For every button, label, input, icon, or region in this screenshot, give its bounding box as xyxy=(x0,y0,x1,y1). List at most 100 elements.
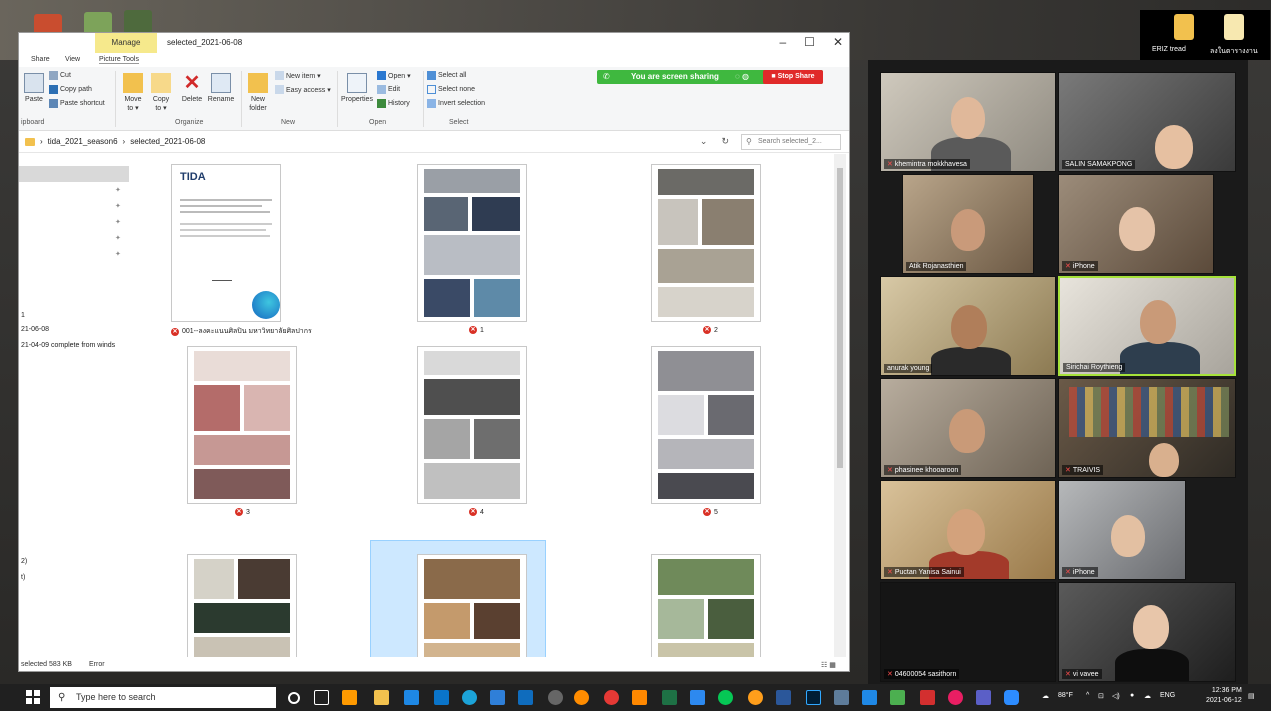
tray-overflow-icon[interactable]: ^ xyxy=(1086,692,1089,699)
participant-video[interactable]: ✕ iPhone xyxy=(1058,174,1214,274)
new-item-button[interactable]: New item ▾ xyxy=(275,71,321,80)
easy-access-button[interactable]: Easy access ▾ xyxy=(275,85,331,94)
stop-share-button[interactable]: ■ Stop Share xyxy=(763,70,823,84)
nav-selected-item[interactable] xyxy=(19,166,129,182)
scrollbar-thumb[interactable] xyxy=(837,168,843,468)
participant-video-active-speaker[interactable]: Sirichai Roythieng xyxy=(1058,276,1236,376)
participant-video[interactable]: ✕ iPhone xyxy=(1058,480,1186,580)
file-explorer-icon[interactable] xyxy=(374,690,389,705)
file-thumbnail[interactable] xyxy=(187,554,297,657)
participant-video[interactable]: ✕ khemintra mokkhavesa xyxy=(880,72,1056,172)
app-icon[interactable] xyxy=(862,690,877,705)
app-icon[interactable] xyxy=(834,690,849,705)
delete-button[interactable]: ✕ Delete xyxy=(179,73,205,104)
pin-icon[interactable]: ✦ xyxy=(115,234,121,242)
vertical-scrollbar[interactable] xyxy=(834,154,846,657)
tab-share[interactable]: Share xyxy=(31,56,50,63)
store-icon[interactable] xyxy=(490,690,505,705)
media-player-icon[interactable] xyxy=(404,690,419,705)
pin-icon[interactable]: ✦ xyxy=(115,186,121,194)
file-thumbnail[interactable] xyxy=(187,346,297,504)
file-thumbnail[interactable] xyxy=(417,164,527,322)
zoom-icon[interactable] xyxy=(1004,690,1019,705)
vlc-icon[interactable] xyxy=(632,690,647,705)
open-button[interactable]: Open ▾ xyxy=(377,71,411,80)
pin-icon[interactable]: ✦ xyxy=(115,250,121,258)
participant-video[interactable]: ✕ 04600054 sasithorn xyxy=(880,582,1056,682)
app-icon[interactable] xyxy=(748,690,763,705)
maximize-button[interactable]: ☐ xyxy=(804,35,815,49)
close-button[interactable]: ✕ xyxy=(833,35,843,49)
tab-picture-tools[interactable]: Picture Tools xyxy=(99,56,139,64)
app-icon[interactable] xyxy=(434,690,449,705)
illustrator-icon[interactable] xyxy=(342,690,357,705)
edge-icon[interactable] xyxy=(462,690,477,705)
properties-button[interactable]: Properties xyxy=(339,73,375,104)
app-icon[interactable] xyxy=(890,690,905,705)
tab-manage[interactable]: Manage xyxy=(95,33,157,53)
weather-cloud-icon[interactable]: ☁ xyxy=(1042,692,1049,700)
word-icon[interactable] xyxy=(776,690,791,705)
participant-video[interactable]: ✕ TRAIVIS xyxy=(1058,378,1236,478)
participant-video[interactable]: ✕ vi vavee xyxy=(1058,582,1236,682)
nav-item[interactable]: 1 xyxy=(21,312,25,319)
photoshop-icon[interactable] xyxy=(806,690,821,705)
clock[interactable]: 12:36 PM 2021-06-12 xyxy=(1206,686,1242,706)
file-thumbnail[interactable]: TIDA xyxy=(171,164,281,322)
breadcrumb-item[interactable]: selected_2021-06-08 xyxy=(130,137,205,146)
nav-item[interactable]: 2) xyxy=(21,558,27,565)
rename-button[interactable]: Rename xyxy=(207,73,235,104)
pin-icon[interactable]: ✦ xyxy=(115,202,121,210)
excel-icon[interactable] xyxy=(662,690,677,705)
weather-temperature[interactable]: 88°F xyxy=(1058,692,1073,699)
move-to-button[interactable]: Move to ▾ xyxy=(121,73,145,113)
volume-icon[interactable]: ◁) xyxy=(1112,692,1120,700)
breadcrumb-item[interactable]: tida_2021_season6 xyxy=(48,137,118,146)
mail-icon[interactable] xyxy=(518,690,533,705)
taskbar-search-input[interactable]: ⚲ Type here to search xyxy=(50,687,276,708)
search-input[interactable]: ⚲ Search selected_2... xyxy=(741,134,841,150)
task-view-icon[interactable] xyxy=(314,690,329,705)
select-none-button[interactable]: Select none xyxy=(427,85,475,94)
language-indicator[interactable]: ENG xyxy=(1160,692,1175,699)
participant-video[interactable]: ✕ phasinee khooaroon xyxy=(880,378,1056,478)
cut-button[interactable]: Cut xyxy=(49,71,71,80)
select-all-button[interactable]: Select all xyxy=(427,71,466,80)
chrome-icon[interactable] xyxy=(604,690,619,705)
copy-to-button[interactable]: Copy to ▾ xyxy=(149,73,173,113)
participant-video[interactable]: anurak young xyxy=(880,276,1056,376)
app-icon[interactable] xyxy=(574,690,589,705)
edit-button[interactable]: Edit xyxy=(377,85,400,94)
view-toggle-icon[interactable]: ☷ ▦ xyxy=(821,661,836,669)
folder-icon[interactable] xyxy=(1224,14,1244,40)
nav-item[interactable]: 21-06-08 xyxy=(21,326,49,333)
app-icon[interactable] xyxy=(690,690,705,705)
minimize-button[interactable]: – xyxy=(779,35,786,49)
app-tray-icon[interactable]: ● xyxy=(1130,692,1134,699)
nav-item[interactable]: 21-04-09 complete from winds xyxy=(21,342,115,349)
network-icon[interactable]: ⊡ xyxy=(1098,692,1104,700)
windows-start-icon[interactable] xyxy=(26,690,40,704)
teams-icon[interactable] xyxy=(976,690,991,705)
paste-shortcut-button[interactable]: Paste shortcut xyxy=(49,99,105,108)
sharing-controls-icon[interactable]: ◌ ◍ xyxy=(735,72,749,81)
chevron-down-icon[interactable]: ⌄ xyxy=(700,136,708,147)
participant-video[interactable]: ✕ Puctan Yanisa Sainui xyxy=(880,480,1056,580)
app-icon[interactable] xyxy=(548,690,563,705)
pin-icon[interactable]: ✦ xyxy=(115,218,121,226)
file-thumbnail[interactable] xyxy=(417,346,527,504)
file-thumbnail[interactable] xyxy=(651,164,761,322)
history-button[interactable]: History xyxy=(377,99,410,108)
acrobat-icon[interactable] xyxy=(920,690,935,705)
file-thumbnail[interactable] xyxy=(651,346,761,504)
refresh-icon[interactable]: ↻ xyxy=(721,136,729,147)
address-bar[interactable]: › tida_2021_season6 › selected_2021-06-0… xyxy=(19,131,849,153)
paste-button[interactable]: Paste xyxy=(23,73,45,104)
participant-video[interactable]: Atik Rojanasthien xyxy=(902,174,1034,274)
copy-path-button[interactable]: Copy path xyxy=(49,85,92,94)
file-thumbnail[interactable] xyxy=(651,554,761,657)
nav-item[interactable]: t) xyxy=(21,574,25,581)
line-icon[interactable] xyxy=(718,690,733,705)
notification-icon[interactable]: ▤ xyxy=(1248,692,1255,700)
folder-icon[interactable] xyxy=(1174,14,1194,40)
